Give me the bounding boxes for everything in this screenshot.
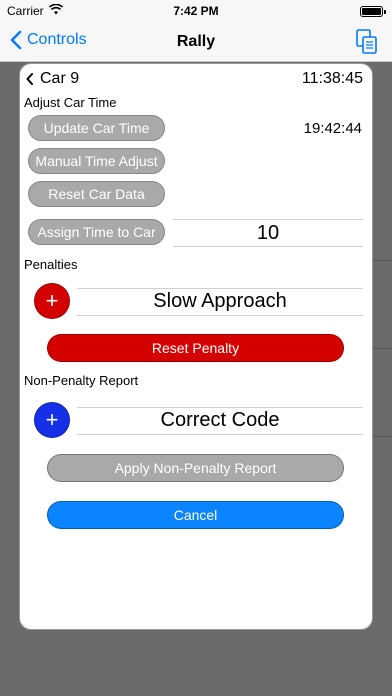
time-value-picker[interactable]: 10 [173, 219, 363, 247]
current-clock: 11:38:45 [301, 70, 363, 87]
status-bar: Carrier 7:42 PM [0, 0, 392, 22]
non-penalty-picker[interactable]: Correct Code [77, 407, 363, 435]
manual-time-adjust-button[interactable]: Manual Time Adjust [28, 148, 165, 174]
apply-non-penalty-report-button[interactable]: Apply Non-Penalty Report [47, 454, 344, 482]
chevron-left-icon [26, 73, 33, 85]
non-penalty-picker-value: Correct Code [160, 409, 280, 431]
reset-car-data-button[interactable]: Reset Car Data [28, 181, 165, 207]
time-picker-value: 10 [256, 222, 280, 244]
plus-icon: + [45, 288, 59, 313]
car-label: Car 9 [40, 70, 80, 87]
status-time: 7:42 PM [173, 4, 219, 18]
adjust-car-time-label: Adjust Car Time [24, 95, 117, 110]
plus-icon: + [45, 407, 59, 432]
copy-icon[interactable] [356, 29, 378, 55]
navigation-bar: Controls Rally [0, 22, 392, 62]
penalty-picker-value: Slow Approach [153, 290, 287, 312]
car-control-panel: Car 9 11:38:45 Adjust Car Time Update Ca… [19, 63, 373, 630]
reset-penalty-button[interactable]: Reset Penalty [47, 334, 344, 362]
add-non-penalty-button[interactable]: + [34, 402, 70, 438]
update-car-time-button[interactable]: Update Car Time [28, 115, 165, 141]
penalties-label: Penalties [24, 257, 78, 272]
update-time-display: 19:42:44 [303, 120, 362, 137]
assign-time-to-car-button[interactable]: Assign Time to Car [28, 219, 165, 245]
car-back-button[interactable]: Car 9 [26, 70, 79, 88]
add-penalty-button[interactable]: + [34, 283, 70, 319]
battery-icon [360, 6, 386, 17]
page-title: Rally [176, 33, 216, 50]
non-penalty-report-label: Non-Penalty Report [24, 373, 139, 388]
cancel-button[interactable]: Cancel [47, 501, 344, 529]
penalty-picker[interactable]: Slow Approach [77, 288, 363, 316]
